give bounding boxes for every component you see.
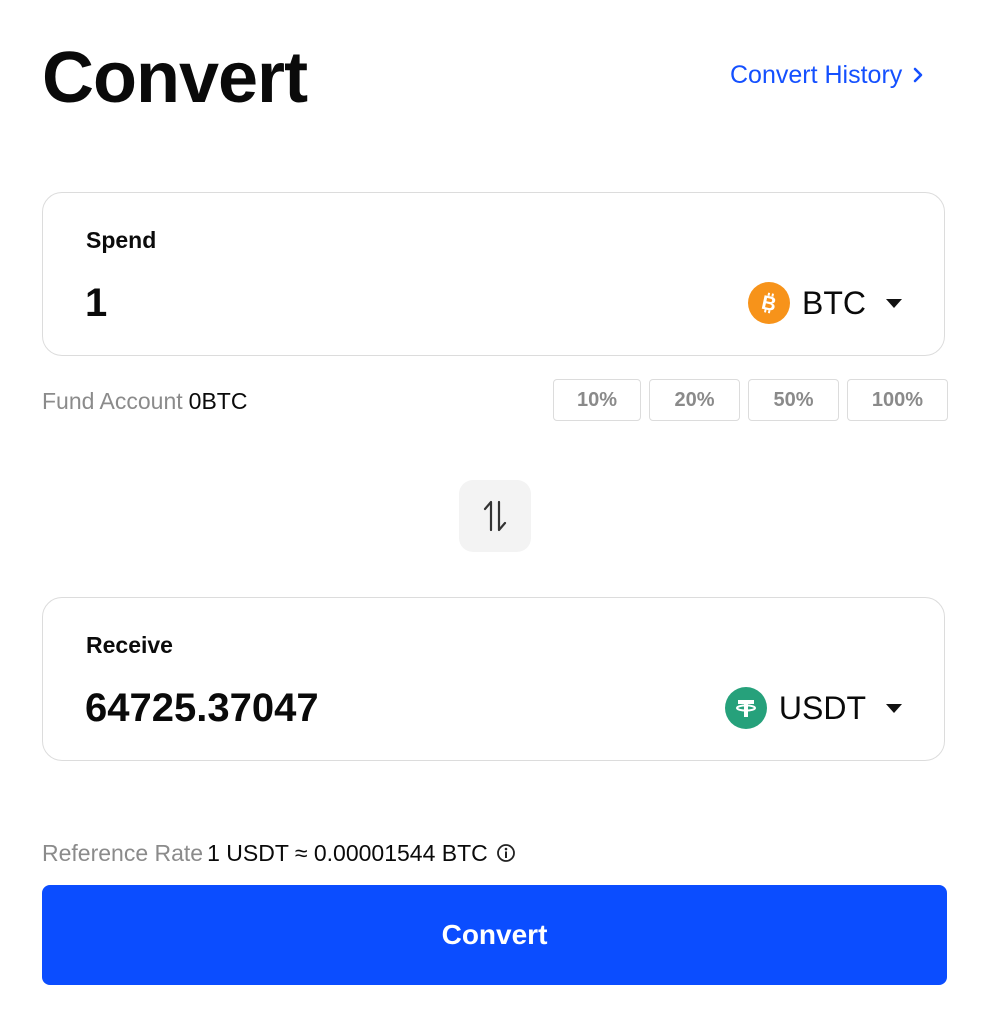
fund-account-label: Fund Account	[42, 388, 183, 414]
bitcoin-icon: B	[748, 282, 790, 324]
spend-coin-select[interactable]: B BTC	[748, 279, 902, 327]
swap-button[interactable]	[459, 480, 531, 552]
percent-buttons: 10% 20% 50% 100%	[553, 379, 948, 421]
info-icon[interactable]	[496, 843, 516, 863]
reference-rate-value: 1 USDT ≈ 0.00001544 BTC	[207, 840, 488, 866]
percent-20-button[interactable]: 20%	[649, 379, 740, 421]
chevron-right-icon	[913, 67, 923, 83]
swap-arrows-icon	[483, 500, 507, 532]
convert-history-link[interactable]: Convert History	[730, 58, 926, 92]
chevron-down-icon	[886, 703, 902, 713]
spend-label: Spend	[86, 227, 157, 253]
tether-icon	[724, 687, 767, 729]
percent-50-button[interactable]: 50%	[748, 379, 839, 421]
convert-history-label: Convert History	[730, 61, 903, 89]
receive-amount-input[interactable]	[85, 680, 645, 736]
convert-button[interactable]: Convert	[42, 885, 947, 985]
receive-coin-name: USDT	[778, 690, 866, 726]
reference-rate-label: Reference Rate	[42, 840, 204, 866]
reference-rate: Reference Rate 1 USDT ≈ 0.00001544 BTC	[42, 838, 516, 868]
spend-coin-name: BTC	[802, 285, 866, 321]
fund-account-value: 0BTC	[188, 388, 248, 414]
chevron-down-icon	[886, 298, 902, 308]
receive-label: Receive	[86, 632, 173, 658]
receive-card: Receive USDT	[42, 597, 945, 761]
spend-amount-input[interactable]	[85, 275, 645, 331]
percent-100-button[interactable]: 100%	[847, 379, 948, 421]
convert-page: Convert Convert History Spend B BTC	[0, 0, 1008, 1024]
receive-coin-select[interactable]: USDT	[724, 684, 902, 732]
percent-10-button[interactable]: 10%	[553, 379, 641, 421]
page-title: Convert	[42, 38, 308, 118]
fund-account-info: Fund Account 0BTC	[42, 386, 247, 416]
spend-card: Spend B BTC	[42, 192, 945, 356]
